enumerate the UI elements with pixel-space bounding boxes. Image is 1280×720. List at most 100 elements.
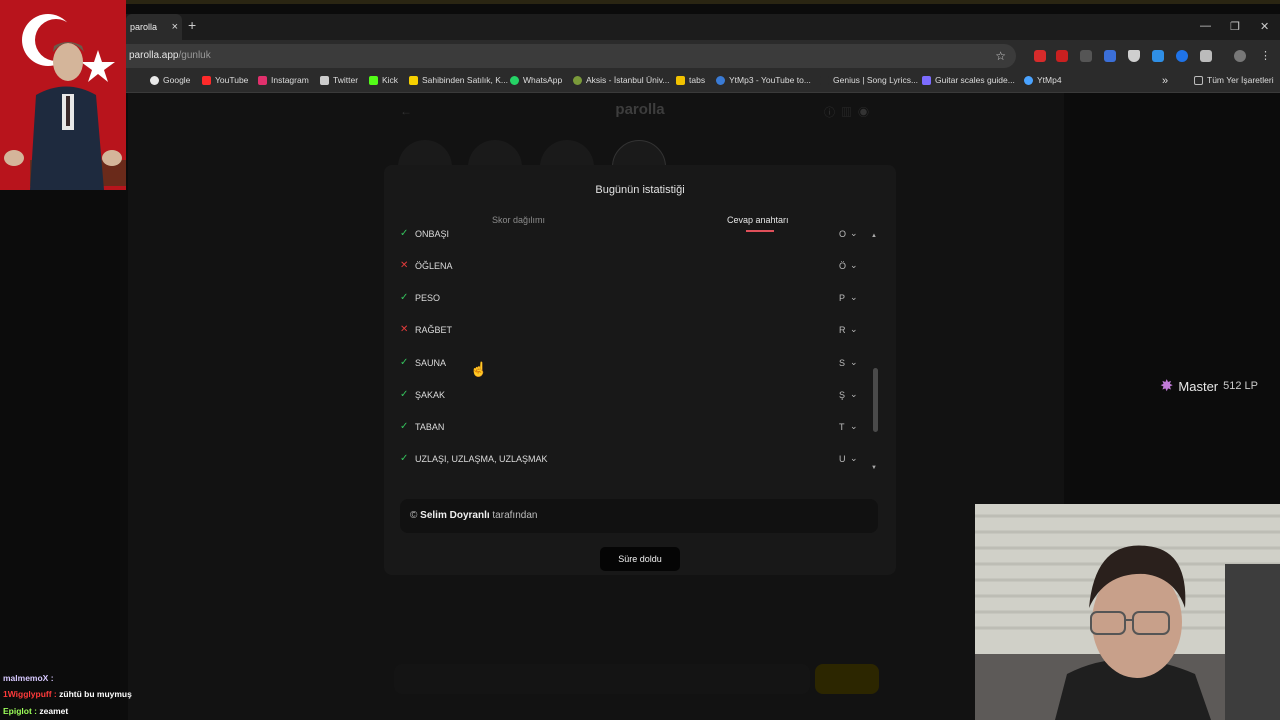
chat-message: malmemoX : [3, 673, 54, 683]
webcam-graphic [975, 504, 1280, 720]
extension-icon[interactable] [1056, 50, 1068, 62]
more-bookmarks-button[interactable]: » [1162, 75, 1168, 87]
answer-row[interactable]: ✓ TABAN T ⌄ [400, 421, 860, 441]
answer-word: ÖĞLENA [415, 261, 453, 271]
chevron-down-icon[interactable]: ⌄ [850, 324, 858, 335]
google-icon [150, 75, 159, 85]
answer-letter: O [839, 229, 847, 239]
chevron-down-icon[interactable]: ⌄ [850, 357, 858, 368]
bookmark-tabs[interactable]: tabs [676, 75, 705, 85]
answer-letter: Ş [839, 390, 846, 400]
credit-suffix: tarafından [492, 510, 538, 521]
time-up-button[interactable]: Süre doldu [600, 547, 680, 571]
translate-icon[interactable] [1104, 50, 1116, 62]
browser-tab[interactable]: parolla × [126, 14, 182, 40]
bookmark-aksis[interactable]: Aksis - İstanbul Üniv... [573, 75, 669, 85]
zoom-icon[interactable] [1080, 50, 1092, 62]
bookmark-google[interactable]: Google [150, 75, 190, 85]
bookmark-label: tabs [689, 75, 706, 85]
chevron-down-icon[interactable]: ⌄ [850, 228, 858, 239]
bookmark-label: Sahibinden Satılık, K... [422, 75, 508, 85]
aksis-icon [573, 75, 582, 85]
bookmark-genius[interactable]: Genius | Song Lyrics... [820, 75, 918, 85]
bookmark-instagram[interactable]: Instagram [258, 75, 309, 85]
answer-row[interactable]: ✕ ÖĞLENA Ö ⌄ [400, 260, 860, 280]
new-tab-button[interactable]: + [188, 17, 196, 33]
stats-icon[interactable]: ▥ [841, 107, 858, 119]
answer-word: ŞAKAK [415, 390, 446, 400]
bookmark-label: Guitar scales guide... [935, 75, 1015, 85]
puzzle-icon[interactable] [1200, 50, 1212, 62]
chevron-down-icon[interactable]: ⌄ [850, 260, 858, 271]
bookmark-star-icon[interactable]: ☆ [995, 44, 1006, 68]
instagram-icon [258, 75, 267, 85]
profile-icon[interactable] [1234, 50, 1246, 62]
shield-icon[interactable] [1128, 50, 1140, 62]
chevron-down-icon[interactable]: ⌄ [850, 292, 858, 303]
chat-user: Epiglot : [3, 706, 37, 716]
info-icon[interactable]: ⓘ [824, 107, 841, 119]
tab-answer-key[interactable]: Cevap anahtarı [727, 215, 789, 225]
chevron-down-icon[interactable]: ⌄ [850, 453, 858, 464]
back-arrow-icon[interactable]: ← [400, 104, 412, 118]
address-bar[interactable]: parolla.app/gunluk ☆ [126, 44, 1016, 68]
rank-emblem-icon: ✸ [1160, 378, 1174, 395]
chevron-down-icon[interactable]: ⌄ [850, 421, 858, 432]
scroll-up-icon[interactable]: ▲ [871, 233, 877, 239]
minimize-icon[interactable]: — [1200, 20, 1211, 32]
bookmark-youtube[interactable]: YouTube [202, 75, 248, 85]
answer-word: SAUNA [415, 358, 447, 368]
bookmark-label: WhatsApp [523, 75, 563, 85]
menu-icon[interactable]: ⋮ [1260, 50, 1272, 62]
tab-score-distribution[interactable]: Skor dağılımı [492, 215, 545, 225]
flag-portrait-image [0, 0, 126, 190]
bookmark-label: Genius | Song Lyrics... [833, 75, 919, 85]
answer-row[interactable]: ✓ ŞAKAK Ş ⌄ [400, 389, 860, 409]
scroll-down-icon[interactable]: ▼ [871, 465, 877, 471]
rank-badge: ✸ Master 512 LP [1160, 376, 1258, 396]
address-host: parolla.app [129, 50, 179, 61]
bookmark-twitter[interactable]: Twitter [320, 75, 358, 85]
submit-button[interactable] [815, 664, 879, 694]
webcam-feed [975, 504, 1280, 720]
answer-letter: Ö [839, 261, 847, 271]
answer-letter: R [839, 325, 846, 335]
ytmp3-icon [716, 75, 725, 85]
bookmark-ytmp3[interactable]: YtMp3 - YouTube to... [716, 75, 811, 85]
extension-icon[interactable] [1152, 50, 1164, 62]
close-window-icon[interactable]: ✕ [1260, 20, 1269, 33]
page-title: parolla [615, 101, 665, 118]
user-icon[interactable]: ◉ [858, 107, 875, 119]
hand-cursor-icon: ☝ [470, 361, 488, 377]
answer-input[interactable] [394, 664, 810, 694]
answer-row[interactable]: ✓ UZLAŞI, UZLAŞMA, UZLAŞMAK U ⌄ [400, 453, 860, 473]
bookmark-whatsapp[interactable]: WhatsApp [510, 75, 562, 85]
extension-icon[interactable] [1176, 50, 1188, 62]
answer-word: RAĞBET [415, 325, 453, 335]
answer-row[interactable]: ✓ PESO P ⌄ [400, 292, 860, 312]
stats-modal: Bugünün istatistiği Skor dağılımı Cevap … [384, 165, 896, 575]
chevron-down-icon[interactable]: ⌄ [850, 389, 858, 400]
genius-icon [820, 75, 829, 85]
bookmark-guitar[interactable]: Guitar scales guide... [922, 75, 1015, 85]
restore-icon[interactable]: ❐ [1230, 20, 1240, 33]
whatsapp-icon [510, 75, 519, 85]
scrollbar-thumb[interactable] [873, 368, 878, 432]
tab-close-icon[interactable]: × [172, 14, 178, 40]
answer-letter: P [839, 293, 846, 303]
bookmark-sahibinden[interactable]: Sahibinden Satılık, K... [409, 75, 508, 85]
answer-row[interactable]: ✓ ONBAŞI O ⌄ [400, 228, 860, 248]
cross-icon: ✕ [400, 260, 409, 271]
answer-row[interactable]: ✕ RAĞBET R ⌄ [400, 324, 860, 344]
cross-icon: ✕ [400, 324, 409, 335]
chat-user: 1Wigglypuff : [3, 689, 57, 699]
chat-message: Epiglot : zeamet [3, 706, 68, 716]
bookmark-ytmp4[interactable]: YtMp4 [1024, 75, 1062, 85]
all-bookmarks[interactable]: Tüm Yer İşaretleri [1194, 75, 1274, 85]
check-icon: ✓ [400, 389, 409, 400]
copyright-icon: © [410, 510, 418, 521]
bookmark-kick[interactable]: Kick [369, 75, 398, 85]
all-bookmarks-label: Tüm Yer İşaretleri [1207, 75, 1274, 85]
answer-row[interactable]: ✓ SAUNA S ⌄ [400, 357, 860, 377]
extension-icon[interactable] [1034, 50, 1046, 62]
